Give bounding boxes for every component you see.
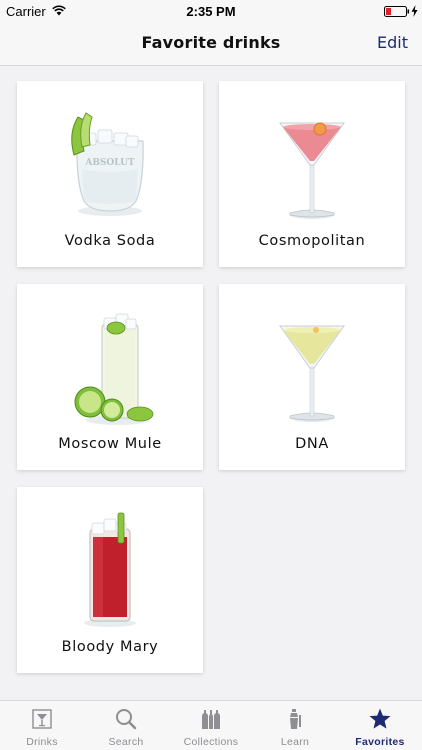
tab-label: Drinks — [26, 736, 58, 748]
status-bar: Carrier 2:35 PM — [0, 0, 422, 22]
drink-card-bloody-mary[interactable]: Bloody Mary — [17, 487, 203, 673]
drink-name: Moscow Mule — [58, 436, 162, 452]
drink-name: DNA — [295, 436, 329, 452]
drinks-glass-icon — [32, 709, 52, 729]
tab-bar: Drinks Search Collections Learn Favorite… — [0, 700, 422, 750]
svg-text:ABSOLUT: ABSOLUT — [84, 158, 135, 168]
rocks-glass-icon: ABSOLUT — [71, 112, 144, 216]
drink-card-dna[interactable]: DNA — [219, 284, 405, 470]
tab-drinks[interactable]: Drinks — [0, 701, 84, 750]
favorites-grid: ABSOLUT Vodka Soda Cosmopolitan Moscow M… — [0, 67, 422, 699]
shaker-icon — [290, 709, 301, 729]
drink-name: Vodka Soda — [64, 233, 156, 249]
edit-button[interactable]: Edit — [377, 33, 408, 52]
bottles-icon — [202, 710, 220, 729]
charging-bolt-icon — [411, 5, 418, 17]
star-icon — [369, 708, 391, 729]
tab-favorites[interactable]: Favorites — [338, 701, 422, 750]
drink-card-moscow-mule[interactable]: Moscow Mule — [17, 284, 203, 470]
highball-glass-icon — [74, 313, 154, 425]
martini-glass-icon — [279, 122, 345, 219]
drink-name: Bloody Mary — [61, 639, 159, 655]
martini-glass-icon — [279, 325, 345, 422]
search-icon — [116, 709, 137, 730]
tab-label: Collections — [183, 736, 239, 748]
status-time: 2:35 PM — [186, 4, 236, 19]
drink-card-cosmopolitan[interactable]: Cosmopolitan — [219, 81, 405, 267]
tab-label: Learn — [280, 736, 310, 748]
battery-icon — [384, 6, 410, 17]
tab-learn[interactable]: Learn — [253, 701, 337, 750]
tab-search[interactable]: Search — [84, 701, 168, 750]
page-title: Favorite drinks — [141, 33, 281, 52]
drink-name: Cosmopolitan — [258, 233, 366, 249]
tab-label: Favorites — [355, 736, 405, 748]
navigation-bar: Favorite drinks Edit — [0, 22, 422, 66]
highball-glass-icon — [84, 512, 136, 627]
drink-card-vodka-soda[interactable]: ABSOLUT Vodka Soda — [17, 81, 203, 267]
tab-collections[interactable]: Collections — [169, 701, 253, 750]
tab-label: Search — [108, 736, 144, 748]
